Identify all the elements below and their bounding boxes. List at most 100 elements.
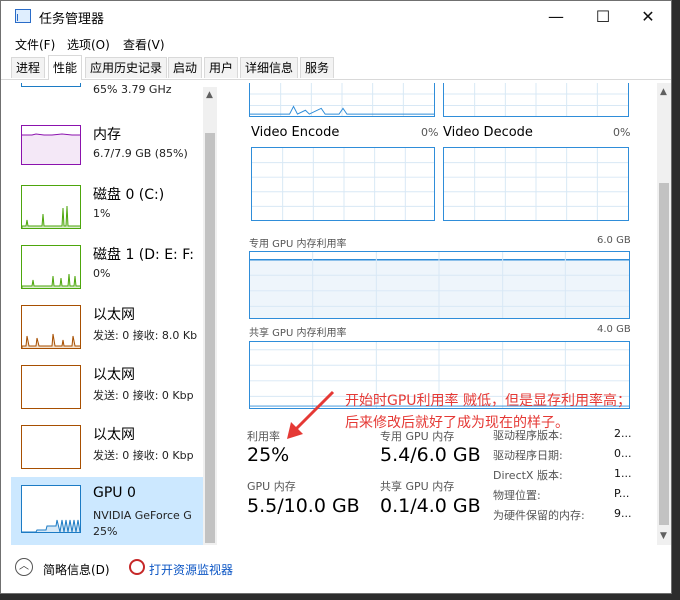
ethernet2-thumbnail bbox=[21, 365, 81, 409]
gpu-thumbnail bbox=[21, 485, 81, 533]
sidebar-scroll-thumb[interactable] bbox=[205, 133, 215, 543]
cpu-usage-text: 65% 3.79 GHz bbox=[93, 83, 172, 96]
engine-graph-top-right bbox=[443, 83, 629, 117]
task-manager-icon bbox=[15, 9, 31, 23]
tab-processes[interactable]: 进程 bbox=[11, 57, 46, 78]
resource-monitor-icon[interactable] bbox=[129, 559, 145, 575]
disk1-thumbnail-graph bbox=[22, 273, 80, 288]
gpu-memory-label: GPU 内存 bbox=[247, 480, 296, 493]
sidebar-item-memory[interactable]: 内存 6.7/7.9 GB (85%) bbox=[11, 121, 203, 181]
sidebar-sub-gpu0: NVIDIA GeForce G bbox=[93, 509, 192, 522]
gpu-detail-panel: Video Encode 0% Video Decode 0% 专用 GPU 内… bbox=[227, 83, 657, 545]
menu-file[interactable]: 文件(F) bbox=[15, 36, 55, 53]
ethernet3-thumbnail bbox=[21, 425, 81, 469]
resource-monitor-link[interactable]: 打开资源监视器 bbox=[149, 561, 233, 578]
video-encode-label[interactable]: Video Encode bbox=[251, 125, 339, 140]
shared-gpu-memory-value: 0.1/4.0 GB bbox=[380, 495, 481, 517]
sidebar-sub-ethernet-3: 发送: 0 接收: 0 Kbp bbox=[93, 449, 194, 462]
sidebar-item-cpu[interactable]: 65% 3.79 GHz bbox=[11, 83, 203, 103]
main-scroll-thumb[interactable] bbox=[659, 183, 669, 525]
dedicated-memory-graph bbox=[249, 251, 630, 319]
video-encode-pct: 0% bbox=[421, 126, 439, 139]
sidebar-item-ethernet-3[interactable]: 以太网 发送: 0 接收: 0 Kbp bbox=[11, 421, 203, 481]
dedicated-gpu-memory-value: 5.4/6.0 GB bbox=[380, 444, 481, 466]
shared-memory-label: 共享 GPU 内存利用率 bbox=[249, 328, 347, 339]
tab-details[interactable]: 详细信息 bbox=[240, 57, 299, 78]
title-bar[interactable]: 任务管理器 — ☐ ✕ bbox=[1, 1, 671, 33]
main-scrollbar[interactable]: ▲ ▼ bbox=[657, 83, 671, 545]
video-decode-grid bbox=[444, 148, 628, 220]
driver-date-value: 0... bbox=[614, 447, 632, 460]
video-decode-label[interactable]: Video Decode bbox=[443, 125, 533, 140]
sidebar-item-ethernet-1[interactable]: 以太网 发送: 0 接收: 8.0 Kb bbox=[11, 301, 203, 361]
sidebar-title-ethernet-2: 以太网 bbox=[93, 367, 135, 383]
sidebar-sub2-gpu0: 25% bbox=[93, 525, 118, 538]
window-title: 任务管理器 bbox=[39, 12, 105, 27]
maximize-button[interactable]: ☐ bbox=[580, 1, 626, 33]
gpu-memory-value: 5.5/10.0 GB bbox=[247, 495, 360, 517]
sidebar-title-disk0: 磁盘 0 (C:) bbox=[93, 187, 165, 203]
task-manager-window: 任务管理器 — ☐ ✕ 文件(F) 选项(O) 查看(V) 进程 性能 应用历史… bbox=[0, 0, 672, 594]
disk0-thumbnail bbox=[21, 185, 81, 229]
driver-date-label: 驱动程序日期: bbox=[493, 449, 563, 462]
tab-bar: 进程 性能 应用历史记录 启动 用户 详细信息 服务 bbox=[1, 55, 671, 80]
driver-version-value: 2... bbox=[614, 427, 632, 440]
sidebar-scroll-up-icon[interactable]: ▲ bbox=[206, 90, 213, 100]
tab-performance[interactable]: 性能 bbox=[48, 55, 83, 80]
footer-bar: ︿ 简略信息(D) 打开资源监视器 bbox=[1, 549, 671, 595]
annotation-arrow-icon bbox=[287, 390, 335, 439]
tab-users[interactable]: 用户 bbox=[204, 57, 239, 78]
shared-gpu-memory-label: 共享 GPU 内存 bbox=[380, 480, 455, 493]
dedicated-memory-grid bbox=[250, 252, 629, 318]
sidebar-sub-ethernet-2: 发送: 0 接收: 0 Kbp bbox=[93, 389, 194, 402]
sidebar-scrollbar[interactable]: ▲ bbox=[203, 87, 217, 545]
dedicated-memory-max: 6.0 GB bbox=[597, 235, 631, 246]
video-decode-graph bbox=[443, 147, 629, 221]
disk0-thumbnail-graph bbox=[22, 205, 80, 228]
tab-startup[interactable]: 启动 bbox=[168, 57, 203, 78]
close-button[interactable]: ✕ bbox=[625, 1, 671, 33]
sidebar-sub-disk1: 0% bbox=[93, 267, 111, 280]
annotation-line-1: 开始时GPU利用率 贼低，但是显存利用率高； bbox=[345, 393, 631, 409]
video-encode-grid bbox=[252, 148, 434, 220]
sidebar-sub-memory: 6.7/7.9 GB (85%) bbox=[93, 147, 188, 160]
main-scroll-down-icon[interactable]: ▼ bbox=[660, 531, 667, 541]
main-scroll-up-icon[interactable]: ▲ bbox=[660, 87, 667, 97]
hardware-reserved-memory-label: 为硬件保留的内存: bbox=[493, 509, 585, 522]
utilization-value: 25% bbox=[247, 444, 290, 466]
physical-location-label: 物理位置: bbox=[493, 489, 541, 502]
shared-memory-max: 4.0 GB bbox=[597, 324, 631, 335]
ethernet1-thumbnail bbox=[21, 305, 81, 349]
directx-version-label: DirectX 版本: bbox=[493, 469, 563, 482]
memory-thumbnail bbox=[21, 125, 81, 165]
brief-info-link[interactable]: 简略信息(D) bbox=[43, 561, 110, 578]
sidebar-title-disk1: 磁盘 1 (D: E: F: bbox=[93, 247, 194, 263]
menu-options[interactable]: 选项(O) bbox=[67, 36, 110, 53]
sidebar-title-memory: 内存 bbox=[93, 127, 121, 143]
engine-graph-top-right-grid bbox=[444, 83, 628, 116]
sidebar-item-disk1[interactable]: 磁盘 1 (D: E: F: 0% bbox=[11, 241, 203, 301]
minimize-button[interactable]: — bbox=[533, 1, 579, 33]
performance-sidebar: 65% 3.79 GHz 内存 6.7/7.9 GB (85%) 磁盘 0 (C… bbox=[11, 83, 217, 545]
cpu-thumbnail bbox=[21, 83, 81, 87]
tab-app-history[interactable]: 应用历史记录 bbox=[85, 57, 168, 78]
video-encode-graph bbox=[251, 147, 435, 221]
ethernet1-thumbnail-graph bbox=[22, 333, 80, 348]
disk1-thumbnail bbox=[21, 245, 81, 289]
engine-graph-top-left bbox=[249, 83, 435, 117]
utilization-label: 利用率 bbox=[247, 430, 280, 443]
menu-view[interactable]: 查看(V) bbox=[123, 36, 165, 53]
hardware-reserved-memory-value: 9... bbox=[614, 507, 632, 520]
collapse-icon[interactable]: ︿ bbox=[15, 558, 33, 576]
sidebar-sub-ethernet-1: 发送: 0 接收: 8.0 Kb bbox=[93, 329, 198, 342]
sidebar-item-gpu0[interactable]: GPU 0 NVIDIA GeForce G 25% bbox=[11, 477, 203, 545]
engine-graph-top-left-grid bbox=[250, 83, 434, 116]
sidebar-item-ethernet-2[interactable]: 以太网 发送: 0 接收: 0 Kbp bbox=[11, 361, 203, 421]
video-decode-pct: 0% bbox=[613, 126, 631, 139]
memory-thumbnail-graph bbox=[22, 133, 80, 164]
sidebar-item-disk0[interactable]: 磁盘 0 (C:) 1% bbox=[11, 181, 203, 241]
dedicated-memory-label: 专用 GPU 内存利用率 bbox=[249, 239, 347, 250]
sidebar-title-ethernet-1: 以太网 bbox=[93, 307, 135, 323]
gpu-thumbnail-graph bbox=[22, 519, 80, 532]
tab-services[interactable]: 服务 bbox=[300, 57, 335, 78]
